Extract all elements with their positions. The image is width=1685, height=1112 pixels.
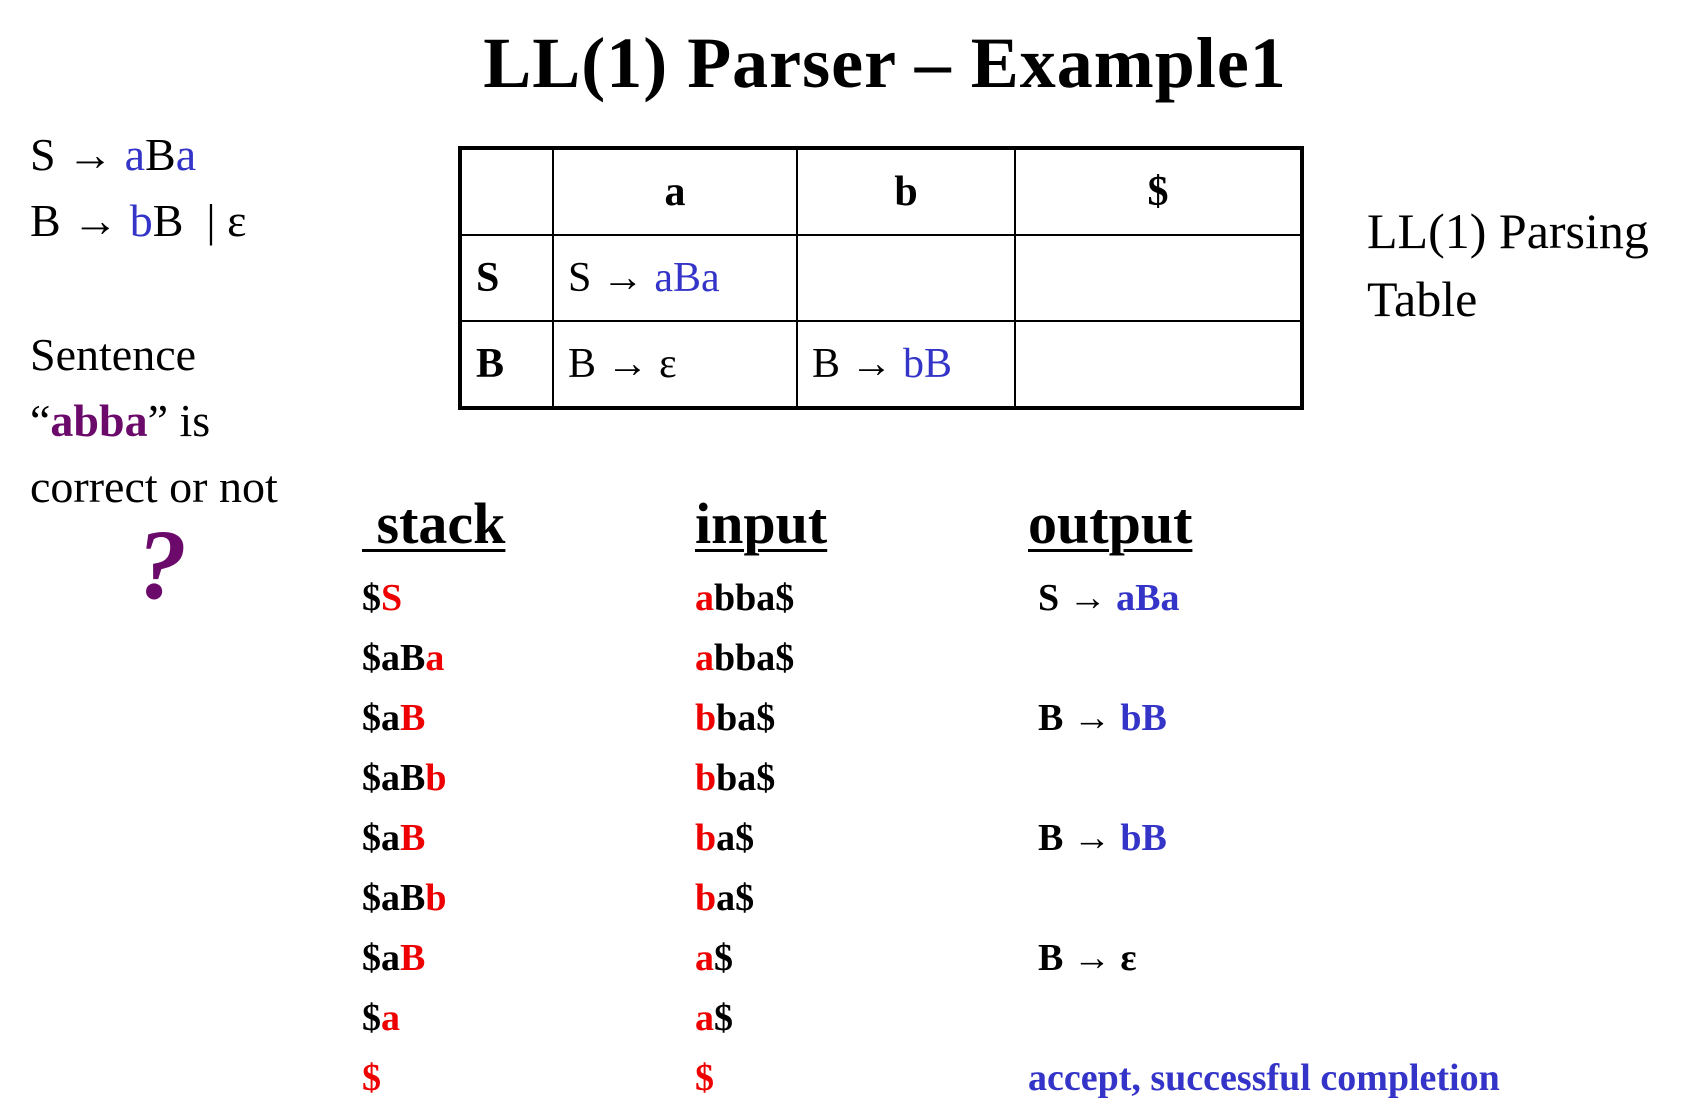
list-item: a$ <box>695 937 733 979</box>
list-item: a$ <box>695 997 733 1039</box>
list-item: ba$ <box>695 817 755 859</box>
list-item: bba$ <box>695 697 776 739</box>
slide-title: LL(1) Parser – Example1 <box>483 23 1287 103</box>
list-item: $aB <box>362 697 426 739</box>
table-cell <box>1014 320 1303 409</box>
stack-header: stack <box>362 491 506 556</box>
list-item: B → ε <box>1038 937 1137 979</box>
list-item: $a <box>362 997 400 1039</box>
input-column: abba$ abba$ bba$ bba$ ba$ ba$ a$ a$ $ <box>695 568 794 1108</box>
table-header-row: a b $ <box>459 147 1303 236</box>
list-item: abba$ <box>695 577 795 619</box>
question-text: Sentence “abba” is correct or not <box>30 329 278 512</box>
parsing-table: a b $ S S → aBa B B → ε B → bB <box>458 146 1304 410</box>
grammar-rules: S → aBa B → bB | ε <box>30 122 246 254</box>
table-cell: B → bB <box>796 320 1016 409</box>
table-row: S S → aBa <box>459 234 1303 322</box>
accept-message: accept, successful completion <box>1028 1057 1500 1099</box>
list-item <box>1038 988 1180 1048</box>
sentence-word: abba <box>50 395 148 446</box>
list-item: S → aBa <box>1038 577 1180 619</box>
grammar-rule-b: B → bB | ε <box>30 195 247 246</box>
list-item: B → bB <box>1038 817 1167 859</box>
list-item <box>1038 628 1180 688</box>
output-header: output <box>1028 491 1193 556</box>
list-item: $aBb <box>362 757 447 799</box>
question-mark: ? <box>137 509 187 620</box>
grammar-rule-s: S → aBa <box>30 129 197 180</box>
list-item: abba$ <box>695 637 795 679</box>
list-item: $aBa <box>362 637 445 679</box>
list-item: $ <box>695 1057 714 1099</box>
list-item: bba$ <box>695 757 776 799</box>
input-header: input <box>695 491 828 556</box>
table-caption: LL(1) Parsing Table <box>1367 203 1649 327</box>
list-item: $aB <box>362 817 426 859</box>
list-item: $S <box>362 577 403 619</box>
list-item: $aBb <box>362 877 447 919</box>
table-cell <box>1014 234 1303 322</box>
list-item: B → bB <box>1038 697 1167 739</box>
stack-column: $S $aBa $aB $aBb $aB $aBb $aB $a $ <box>362 568 447 1108</box>
list-item <box>1038 748 1180 808</box>
table-cell: S → aBa <box>552 234 798 322</box>
table-cell: B → ε <box>552 320 798 409</box>
list-item: $aB <box>362 937 426 979</box>
table-cell <box>796 234 1016 322</box>
list-item <box>1038 868 1180 928</box>
list-item: ba$ <box>695 877 755 919</box>
list-item: $ <box>362 1057 381 1099</box>
table-row: B B → ε B → bB <box>459 320 1303 409</box>
output-column: S → aBa B → bB B → bB B → ε <box>1038 568 1180 1048</box>
